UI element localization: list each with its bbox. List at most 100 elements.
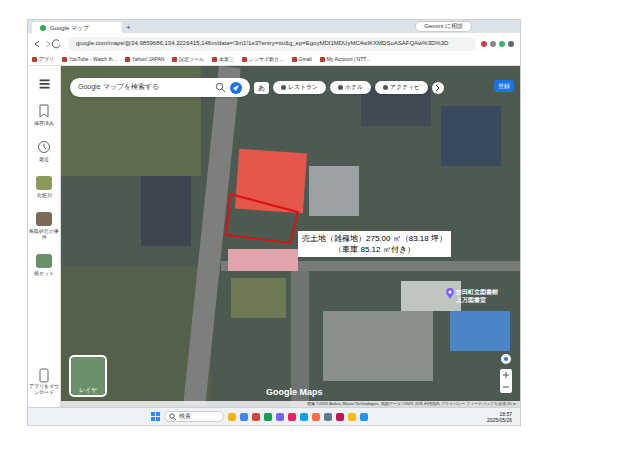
sidebar: ☰ 保存済み最近化粧川鳥取砂丘の事件祝セットアプリをダウンロード — [28, 66, 61, 407]
attribution-bar: 画像 ©2025 Airbus, Maxar Technologies, 地図デ… — [61, 401, 520, 407]
bookmark-favicon-icon — [62, 57, 67, 62]
bookmark-label[interactable]: My Account | NTT... — [327, 56, 370, 63]
sidebar-label[interactable]: 祝セット — [34, 270, 54, 276]
bookmark-label[interactable]: シンサポ新台... — [249, 56, 283, 63]
app-icon[interactable] — [252, 413, 260, 421]
my-location-icon — [500, 353, 512, 365]
layer-label[interactable]: レイヤ — [79, 385, 97, 395]
house-roof — [141, 176, 191, 246]
new-tab-button[interactable]: + — [126, 22, 131, 33]
directions-icon — [230, 82, 242, 94]
app-icon[interactable] — [312, 413, 320, 421]
annotation-line: （車庫 85.12 ㎡付き） — [334, 244, 414, 255]
bookmark-favicon-icon — [292, 57, 297, 62]
sidebar-item[interactable]: 化粧川 — [29, 176, 60, 198]
bookmark-label[interactable]: Gmail — [299, 56, 312, 63]
taskbar: 検索 18:572025/05/26 — [28, 407, 520, 425]
bookmarks-bar: アプリ YouTube - Watch th... Yahoo! JAPAN 設定ツー… — [28, 54, 520, 66]
app-icon[interactable] — [276, 413, 284, 421]
bookmark-favicon-icon — [32, 57, 37, 62]
app-icon[interactable] — [360, 413, 368, 421]
menu-button[interactable]: ☰ — [39, 78, 50, 90]
bookmark-item[interactable]: My Account | NTT... — [320, 56, 370, 63]
category-chip[interactable]: レストラン — [273, 81, 326, 94]
sidebar-label[interactable]: 保存済み — [34, 120, 54, 126]
pink-roof — [228, 249, 298, 271]
phone-icon — [38, 368, 50, 383]
app-icon[interactable] — [336, 413, 344, 421]
gray-roof — [309, 166, 359, 216]
bookmark-item[interactable]: 本業三 — [212, 56, 234, 63]
app-icon[interactable] — [228, 413, 236, 421]
sidebar-item[interactable]: 保存済み — [29, 104, 60, 126]
url-text[interactable]: google.com/maps/@34.9859686,134.3226415,… — [76, 39, 448, 48]
building-area — [323, 311, 433, 381]
clock-date[interactable]: 2025/05/26 — [487, 417, 512, 423]
app-icon[interactable] — [300, 413, 308, 421]
ime-indicator[interactable]: あ — [254, 82, 269, 94]
address-bar: google.com/maps/@34.9859686,134.3226415,… — [28, 33, 520, 54]
url-field[interactable]: google.com/maps/@34.9859686,134.3226415,… — [68, 37, 476, 51]
red-roof — [235, 149, 307, 214]
bookmark-item[interactable]: シンサポ新台... — [242, 56, 283, 63]
app-download-label[interactable]: アプリをダウンロード — [29, 383, 60, 395]
taskbar-search-label[interactable]: 検索 — [179, 412, 191, 421]
blue-roof — [450, 311, 510, 351]
more-chips-button[interactable] — [432, 82, 444, 94]
bookmark-item[interactable]: YouTube - Watch th... — [62, 56, 117, 63]
property-outline — [61, 66, 520, 404]
browser-tab[interactable]: Google マップ — [32, 22, 122, 33]
search-input[interactable] — [78, 82, 211, 93]
app-icon[interactable] — [264, 413, 272, 421]
screenshot: Google マップ + Gemini に相談 google.com/maps/@3… — [28, 20, 520, 425]
search-box[interactable] — [70, 78, 250, 97]
bookmark-label[interactable]: Yahoo! JAPAN — [132, 56, 165, 63]
place-sub[interactable]: 上万図書室 — [456, 296, 498, 304]
sidebar-label[interactable]: 最近 — [39, 156, 49, 162]
bookmark-label[interactable]: 設定ツール — [179, 56, 204, 63]
app-download[interactable]: アプリをダウンロード — [29, 368, 60, 395]
bookmark-label[interactable]: 本業三 — [219, 56, 234, 63]
category-chip[interactable]: アクティビ — [375, 81, 428, 94]
app-icon[interactable] — [288, 413, 296, 421]
library-pin-icon — [446, 288, 454, 299]
place-name[interactable]: 吉田町立図書館 — [456, 288, 498, 296]
bookmark-label[interactable]: YouTube - Watch th... — [69, 56, 117, 63]
sidebar-label[interactable]: 鳥取砂丘の事件 — [29, 228, 60, 240]
place-thumbnail-icon — [36, 212, 52, 226]
bookmark-favicon-icon — [212, 57, 217, 62]
place-thumbnail-icon — [36, 176, 52, 190]
sidebar-item[interactable]: 鳥取砂丘の事件 — [29, 212, 60, 240]
category-icon — [338, 85, 343, 90]
clock[interactable]: 18:572025/05/26 — [487, 411, 512, 423]
bookmark-label[interactable]: アプリ — [39, 56, 54, 63]
sidebar-item[interactable]: 最近 — [29, 140, 60, 162]
app-icon[interactable] — [324, 413, 332, 421]
tab-title[interactable]: Google マップ — [50, 24, 89, 32]
history-icon — [37, 140, 51, 154]
bookmark-item[interactable]: アプリ — [32, 56, 54, 63]
account-button[interactable]: 登録 — [494, 80, 514, 92]
category-chip[interactable]: ホテル — [330, 81, 371, 94]
chip-label[interactable]: アクティビ — [390, 83, 420, 92]
windows-start-icon — [151, 412, 160, 421]
clock-time[interactable]: 18:57 — [499, 411, 512, 417]
place-marker[interactable]: 吉田町立図書館上万図書室 — [446, 288, 498, 304]
category-icon — [281, 85, 286, 90]
place-thumbnail-icon — [36, 254, 52, 268]
bookmark-item[interactable]: 設定ツール — [172, 56, 204, 63]
sidebar-label[interactable]: 化粧川 — [37, 192, 52, 198]
map-canvas[interactable]: あレストランホテルアクティビ登録売土地（雑種地）275.00 ㎡（83.18 坪… — [61, 66, 520, 407]
category-icon — [383, 85, 388, 90]
chip-label[interactable]: レストラン — [288, 83, 318, 92]
app-icon[interactable] — [240, 413, 248, 421]
gemini-button[interactable]: Gemini に相談 — [415, 21, 472, 32]
bookmark-item[interactable]: Yahoo! JAPAN — [125, 56, 165, 63]
sidebar-item[interactable]: 祝セット — [29, 254, 60, 276]
layer-button[interactable]: レイヤ — [69, 355, 107, 397]
chip-label[interactable]: ホテル — [345, 83, 363, 92]
app-icon[interactable] — [348, 413, 356, 421]
maps-favicon-icon — [40, 25, 46, 31]
taskbar-search[interactable]: 検索 — [164, 411, 224, 422]
bookmark-item[interactable]: Gmail — [292, 56, 312, 63]
